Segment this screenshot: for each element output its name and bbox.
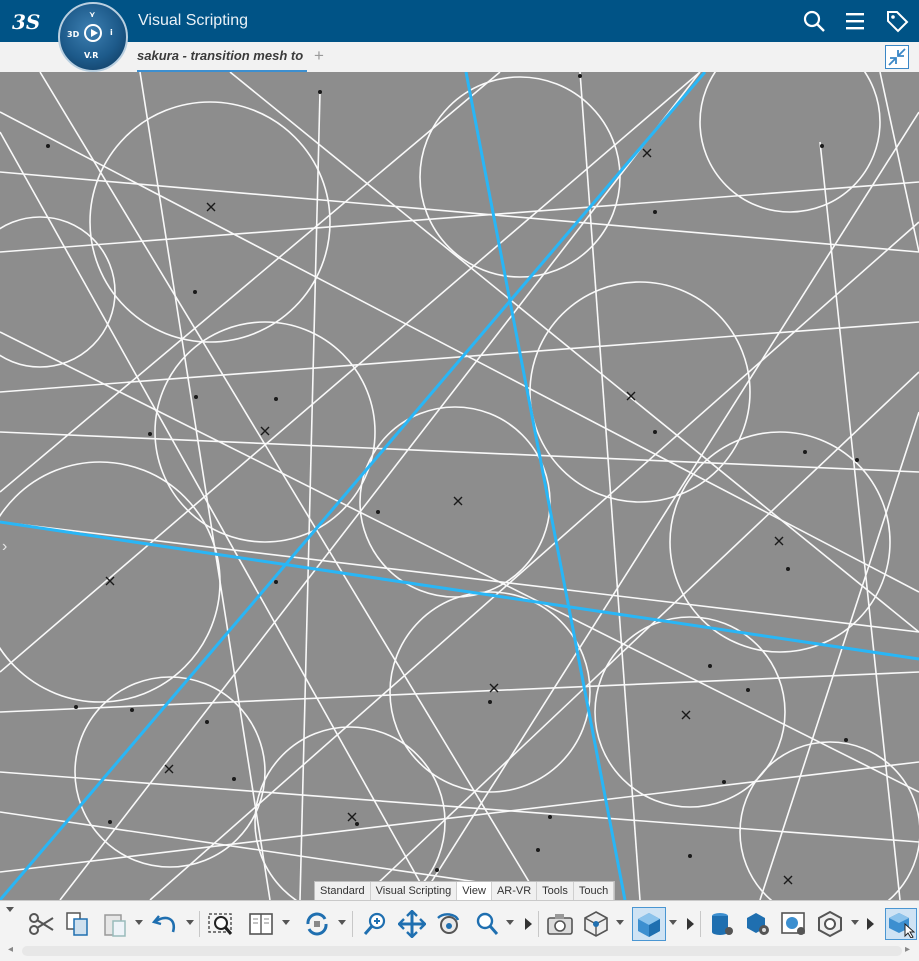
toolbar-collapse-icon[interactable]: [6, 907, 14, 912]
paste-dropdown-icon[interactable]: [135, 920, 143, 925]
cut-icon[interactable]: [26, 909, 56, 939]
zoom-in-out-icon[interactable]: [472, 909, 502, 939]
rotate-icon[interactable]: [302, 909, 332, 939]
view-cube-icon[interactable]: [581, 909, 611, 939]
toolbar-tab-tools[interactable]: Tools: [537, 882, 574, 902]
book-icon[interactable]: [246, 909, 276, 939]
side-panel-expand-icon[interactable]: ›: [2, 538, 7, 556]
wireframe-scene: [0, 31, 919, 923]
compass-left-label: 3D: [67, 30, 80, 39]
paste-icon[interactable]: [100, 909, 130, 939]
book-dropdown-icon[interactable]: [282, 920, 290, 925]
compass-widget[interactable]: ⋎ 3D i V.R: [58, 2, 128, 72]
scroll-right-icon[interactable]: ▸: [905, 944, 910, 955]
more-render-icon[interactable]: [867, 918, 874, 930]
3d-viewport[interactable]: ›: [0, 31, 919, 923]
look-at-icon[interactable]: [433, 909, 463, 939]
zoom-dropdown-icon[interactable]: [506, 920, 514, 925]
tag-icon[interactable]: [885, 9, 909, 33]
toolbar-separator: [700, 911, 701, 937]
document-tab[interactable]: sakura - transition mesh to: [137, 48, 307, 72]
zoom-icon[interactable]: [360, 909, 390, 939]
collapse-icon: [888, 48, 906, 66]
shaded-icon[interactable]: [632, 907, 666, 941]
pan-icon[interactable]: [397, 909, 427, 939]
view-cube-dropdown-icon[interactable]: [616, 920, 624, 925]
top-bar: 3S Visual Scripting: [0, 0, 919, 42]
undo-dropdown-icon[interactable]: [186, 920, 194, 925]
copy-icon[interactable]: [62, 909, 92, 939]
render-icon[interactable]: [779, 909, 809, 939]
document-tab-bar: sakura - transition mesh to +: [0, 42, 919, 73]
app-title: Visual Scripting: [138, 12, 248, 29]
add-tab-button[interactable]: +: [314, 46, 324, 66]
svg-text:3S: 3S: [12, 10, 40, 34]
compass-top-label: ⋎: [89, 10, 96, 19]
compass-right-label: i: [110, 28, 113, 37]
database-icon[interactable]: [707, 909, 737, 939]
collapse-button[interactable]: [885, 45, 909, 69]
toolbar-tab-visual-scripting[interactable]: Visual Scripting: [371, 882, 458, 902]
toolbar-tab-ar-vr[interactable]: AR-VR: [492, 882, 538, 902]
hexagon-dropdown-icon[interactable]: [851, 920, 859, 925]
camera-icon[interactable]: [545, 909, 575, 939]
toolbar-tab-touch[interactable]: Touch: [574, 882, 615, 902]
hexagon-icon[interactable]: [815, 909, 845, 939]
toolbar-separator: [538, 911, 539, 937]
more-tools-icon[interactable]: [525, 918, 532, 930]
search-icon[interactable]: [802, 9, 826, 33]
toolbar-tab-view[interactable]: View: [457, 882, 492, 902]
play-icon[interactable]: [84, 24, 102, 42]
compass-bottom-label: V.R: [84, 51, 99, 60]
shaded-dropdown-icon[interactable]: [669, 920, 677, 925]
brand-logo: 3S: [10, 7, 46, 37]
more-view-icon[interactable]: [687, 918, 694, 930]
toolbar-tab-standard[interactable]: Standard: [315, 882, 371, 902]
zoom-fit-icon[interactable]: [206, 909, 236, 939]
toolbar-separator: [352, 911, 353, 937]
rotate-dropdown-icon[interactable]: [338, 920, 346, 925]
undo-icon[interactable]: [150, 909, 180, 939]
scroll-left-icon[interactable]: ◂: [8, 944, 13, 955]
horizontal-scrollbar[interactable]: [22, 946, 902, 956]
toolbar-separator: [199, 911, 200, 937]
view-select-icon[interactable]: [885, 908, 917, 940]
menu-icon[interactable]: [844, 9, 868, 33]
settings-cube-icon[interactable]: [743, 909, 773, 939]
